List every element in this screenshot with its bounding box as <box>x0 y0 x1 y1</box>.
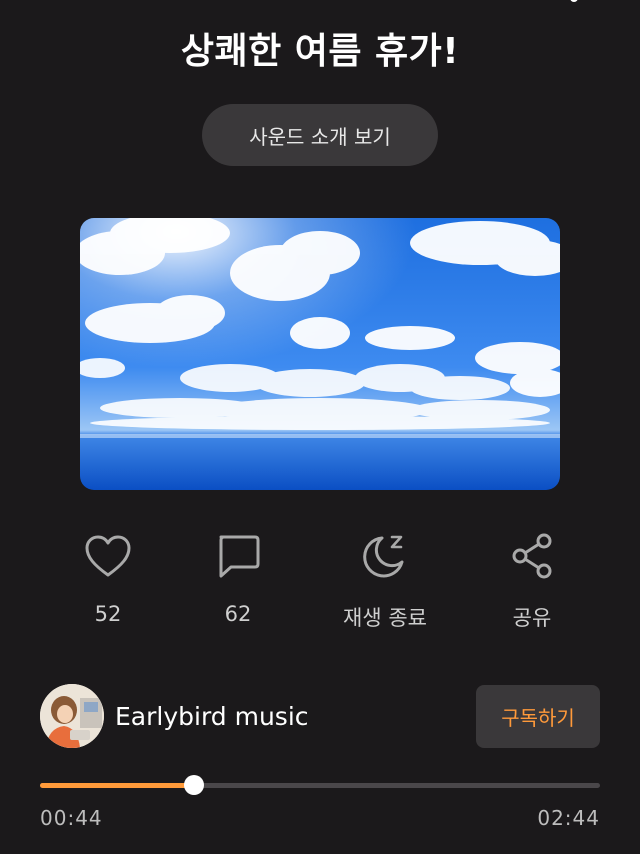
action-bar: 52 62 재생 종료 공유 <box>0 530 640 640</box>
like-count: 52 <box>94 602 122 626</box>
sound-detail-screen: 상쾌한 여름 휴가! 사운드 소개 보기 52 62 재생 종료 공유 Earl… <box>0 0 640 854</box>
comment-button[interactable]: 62 <box>168 530 308 626</box>
sleep-timer-label: 재생 종료 <box>343 606 427 630</box>
cover-image <box>80 218 560 490</box>
share-button[interactable]: 공유 <box>462 530 602 632</box>
share-icon <box>506 530 558 582</box>
status-indicator <box>570 0 578 2</box>
channel-avatar[interactable] <box>40 684 104 748</box>
comment-count: 62 <box>224 602 252 626</box>
share-label: 공유 <box>512 606 552 630</box>
like-button[interactable]: 52 <box>38 530 178 626</box>
comment-icon <box>212 530 264 582</box>
page-title: 상쾌한 여름 휴가! <box>180 31 460 72</box>
progress-slider[interactable] <box>40 774 600 796</box>
total-time: 02:44 <box>537 806 600 830</box>
subscribe-button[interactable]: 구독하기 <box>476 685 600 748</box>
heart-icon <box>82 530 134 582</box>
progress-fill <box>40 783 194 788</box>
progress-thumb[interactable] <box>184 775 204 795</box>
channel-name[interactable]: Earlybird music <box>115 702 309 731</box>
channel-row: Earlybird music 구독하기 <box>40 684 600 750</box>
moon-sleep-icon <box>359 530 411 582</box>
sleep-timer-button[interactable]: 재생 종료 <box>315 530 455 632</box>
current-time: 00:44 <box>40 806 103 830</box>
sound-intro-button[interactable]: 사운드 소개 보기 <box>202 104 438 166</box>
